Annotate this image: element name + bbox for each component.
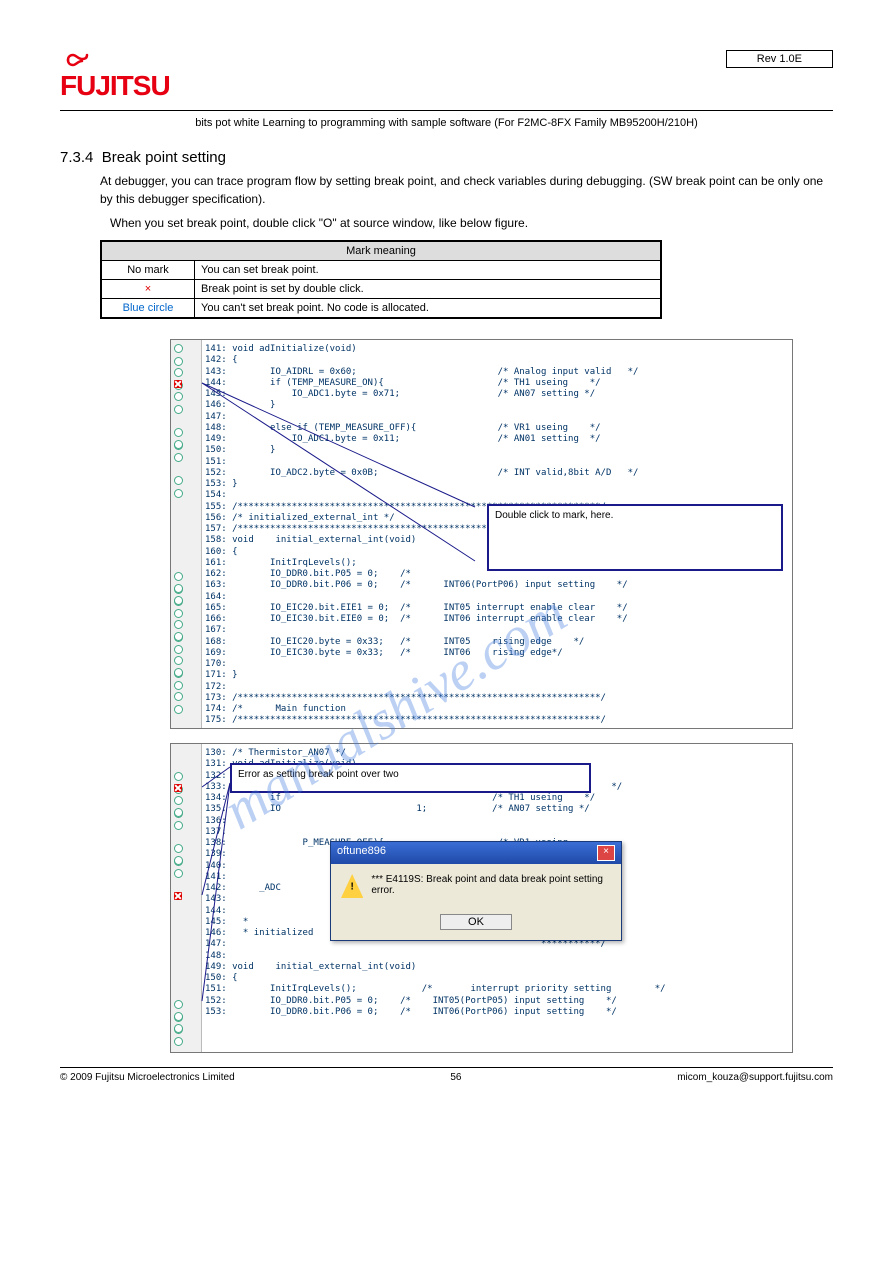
revision-box: Rev 1.0E: [726, 50, 833, 68]
breakpoint-icon[interactable]: [174, 380, 182, 388]
dialog-message: *** E4119S: Break point and data break p…: [371, 874, 611, 896]
close-icon[interactable]: ×: [597, 845, 615, 861]
paragraph-2: When you set break point, double click "…: [110, 214, 833, 232]
callout-box-2: Error as setting break point over two: [230, 763, 591, 793]
warning-icon: [341, 874, 363, 898]
paragraph-1: At debugger, you can trace program flow …: [100, 172, 833, 208]
doc-title: bits pot white Learning to programming w…: [60, 117, 833, 129]
callout-box-1: Double click to mark, here.: [487, 504, 783, 571]
screenshot-1: 141: void adInitialize(void) 142: { 143:…: [170, 339, 793, 729]
breakpoint-icon[interactable]: [174, 784, 182, 792]
dialog-title: oftune896: [337, 845, 386, 861]
ok-button[interactable]: OK: [440, 914, 512, 930]
page-footer: © 2009 Fujitsu Microelectronics Limited …: [0, 1067, 893, 1083]
section-heading: 7.3.4 Break point setting: [60, 149, 833, 166]
error-dialog: oftune896 × *** E4119S: Break point and …: [330, 841, 622, 941]
breakpoint-icon[interactable]: [174, 892, 182, 900]
screenshot-2: 130: /* Thermistor_AN07 */ 131: void adI…: [170, 743, 793, 1053]
mark-meaning-table: Mark meaning No markYou can set break po…: [100, 240, 662, 319]
fujitsu-logo: FUJITSU: [60, 50, 180, 102]
logo-text: FUJITSU: [60, 70, 170, 101]
